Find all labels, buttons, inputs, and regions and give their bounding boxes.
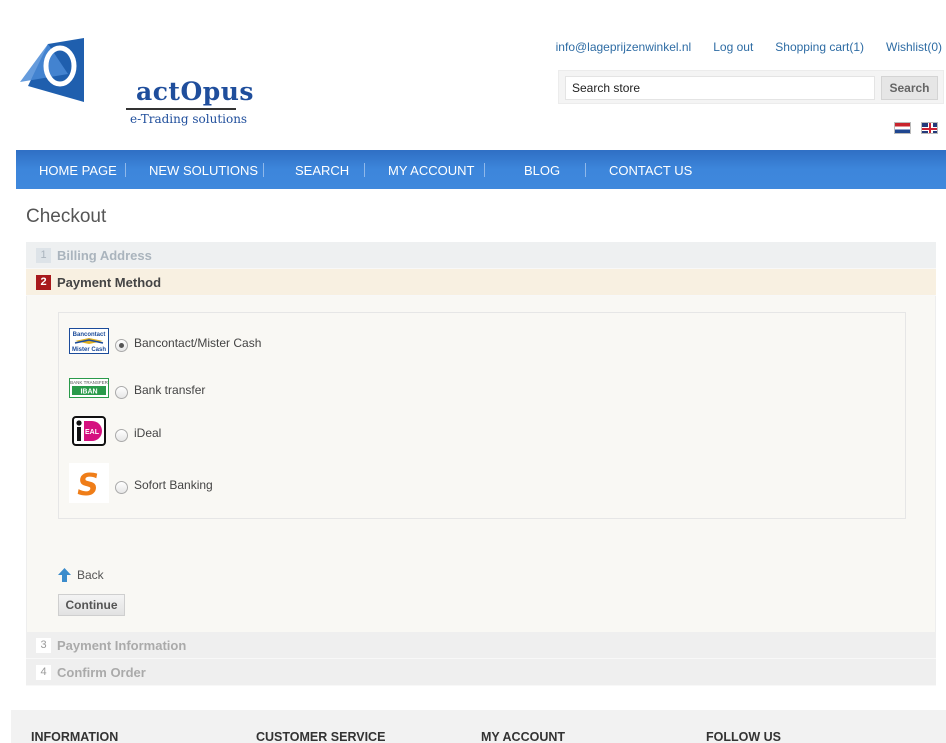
nav-my-account[interactable]: MY ACCOUNT xyxy=(388,163,474,178)
main-nav: HOME PAGE NEW SOLUTIONS SEARCH MY ACCOUN… xyxy=(16,150,946,189)
payment-option-ideal[interactable]: EAL iDeal xyxy=(69,411,161,451)
sofort-logo-letter: S xyxy=(77,468,99,503)
back-link[interactable]: Back xyxy=(58,568,104,582)
logout-link[interactable]: Log out xyxy=(713,40,753,54)
search-button[interactable]: Search xyxy=(881,76,938,100)
nav-separator xyxy=(125,163,126,177)
step-title: Billing Address xyxy=(57,247,152,263)
payment-option-label[interactable]: iDeal xyxy=(134,426,161,440)
footer-heading-my-account: MY ACCOUNT xyxy=(481,730,566,743)
footer-heading-customer-service: CUSTOMER SERVICE xyxy=(256,730,386,743)
sofort-radio[interactable] xyxy=(115,480,128,494)
step-title: Payment Information xyxy=(57,637,187,653)
up-arrow-icon xyxy=(58,568,71,582)
step-title: Confirm Order xyxy=(57,664,146,680)
nav-separator xyxy=(585,163,586,177)
footer-heading-information: INFORMATION xyxy=(31,730,119,743)
nav-separator xyxy=(263,163,264,177)
brand-rule xyxy=(126,108,236,110)
sofort-logo-icon: S xyxy=(69,463,109,503)
bancontact-logo-icon: Bancontact Mister Cash xyxy=(69,321,109,361)
footer: INFORMATION CUSTOMER SERVICE MY ACCOUNT … xyxy=(11,710,946,743)
payment-option-sofort[interactable]: S Sofort Banking xyxy=(69,463,213,503)
step-billing-address[interactable]: 1 Billing Address xyxy=(26,242,936,269)
payment-method-list: Bancontact Mister Cash Bancontact/Mister… xyxy=(58,312,906,519)
step-payment-method: 2 Payment Method xyxy=(26,269,936,296)
step-title: Payment Method xyxy=(57,274,162,290)
bancontact-radio[interactable] xyxy=(115,338,128,352)
nav-separator xyxy=(364,163,365,177)
wishlist-link[interactable]: Wishlist(0) xyxy=(886,40,942,54)
continue-button[interactable]: Continue xyxy=(58,594,125,616)
bank-transfer-logo-line1: BANK TRANSFER xyxy=(70,380,108,385)
payment-option-bank-transfer[interactable]: BANK TRANSFER IBAN Bank transfer xyxy=(69,368,205,408)
nav-contact-us[interactable]: CONTACT US xyxy=(609,163,692,178)
actopus-logo-icon xyxy=(20,38,84,102)
step-number: 4 xyxy=(36,664,51,680)
ideal-logo-text: EAL xyxy=(85,429,100,436)
shopping-cart-link[interactable]: Shopping cart(1) xyxy=(775,40,864,54)
site-logo[interactable]: actOpus e-Trading solutions xyxy=(18,36,253,126)
nav-blog[interactable]: BLOG xyxy=(524,163,560,178)
page-title: Checkout xyxy=(26,206,107,227)
step-payment-information: 3 Payment Information xyxy=(26,632,936,659)
nav-home-page[interactable]: HOME PAGE xyxy=(39,163,117,178)
nav-search[interactable]: SEARCH xyxy=(295,163,349,178)
nav-separator xyxy=(484,163,485,177)
payment-method-panel: Bancontact Mister Cash Bancontact/Mister… xyxy=(26,296,936,632)
step-number: 1 xyxy=(36,247,51,263)
step-confirm-order: 4 Confirm Order xyxy=(26,659,936,686)
payment-option-bancontact[interactable]: Bancontact Mister Cash Bancontact/Mister… xyxy=(69,321,261,361)
ideal-radio[interactable] xyxy=(115,428,128,442)
language-selector xyxy=(894,122,938,134)
step-number: 2 xyxy=(36,274,51,290)
nav-new-solutions[interactable]: NEW SOLUTIONS xyxy=(149,163,258,178)
bank-transfer-logo-icon: BANK TRANSFER IBAN xyxy=(69,368,109,408)
search-bar: Search xyxy=(558,70,944,104)
step-number: 3 xyxy=(36,637,51,653)
brand-name: actOpus xyxy=(136,77,254,106)
brand-tagline: e-Trading solutions xyxy=(130,112,248,126)
account-email-link[interactable]: info@lageprijzenwinkel.nl xyxy=(556,40,692,54)
payment-option-label[interactable]: Bancontact/Mister Cash xyxy=(134,336,261,350)
payment-option-label[interactable]: Bank transfer xyxy=(134,383,205,397)
header-links: info@lageprijzenwinkel.nl Log out Shoppi… xyxy=(534,40,942,54)
bank-transfer-logo-line2: IBAN xyxy=(80,389,97,396)
flag-gb-icon[interactable] xyxy=(921,122,938,134)
bancontact-logo-line2: Mister Cash xyxy=(72,347,106,353)
footer-heading-follow-us: FOLLOW US xyxy=(706,730,781,743)
ideal-logo-icon: EAL xyxy=(69,411,109,451)
search-input[interactable] xyxy=(565,76,875,100)
bancontact-logo-line1: Bancontact xyxy=(73,332,106,338)
back-label[interactable]: Back xyxy=(77,568,104,582)
checkout-steps: 1 Billing Address 2 Payment Method Banco… xyxy=(26,242,936,686)
bank-transfer-radio[interactable] xyxy=(115,385,128,399)
flag-nl-icon[interactable] xyxy=(894,122,911,134)
payment-option-label[interactable]: Sofort Banking xyxy=(134,478,213,492)
